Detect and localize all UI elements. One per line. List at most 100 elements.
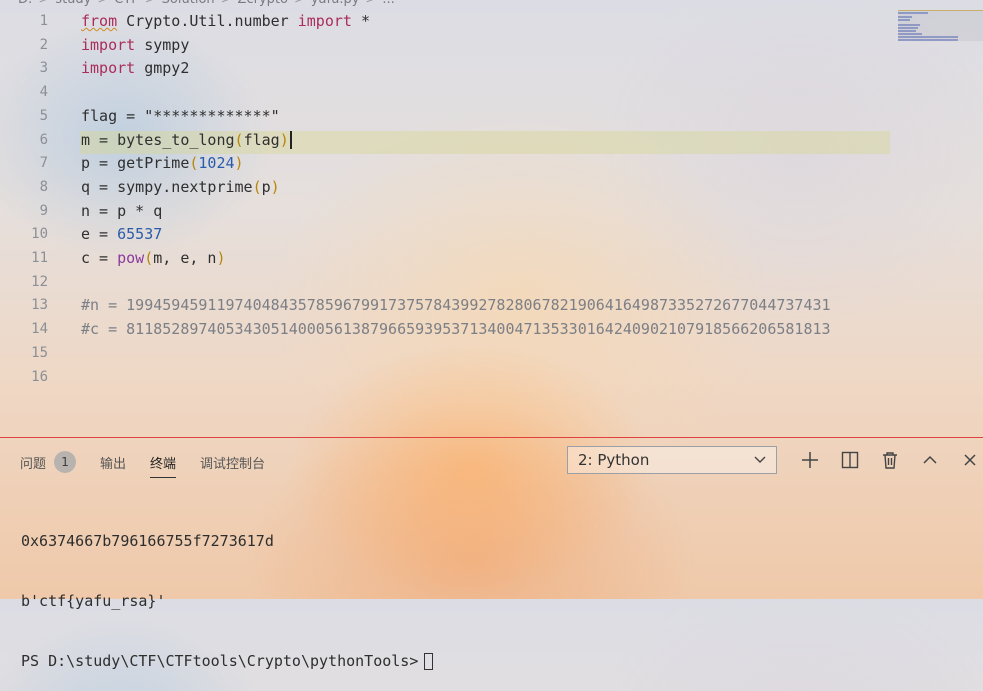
code-token: flag bbox=[243, 130, 280, 149]
code-token: gmpy2 bbox=[135, 59, 190, 78]
split-icon[interactable] bbox=[838, 448, 862, 472]
code-token: c = bbox=[81, 249, 118, 267]
line-number: 10 bbox=[31, 226, 48, 243]
plus-icon[interactable] bbox=[798, 448, 822, 472]
code-line[interactable]: 10 e = 65537 bbox=[0, 223, 900, 246]
line-number: 5 bbox=[39, 107, 48, 124]
tab-terminal[interactable]: 终端 bbox=[150, 453, 177, 478]
code-text: n = p * q bbox=[81, 200, 162, 223]
code-token: n = p * q bbox=[81, 201, 163, 220]
code-text: import sympy bbox=[81, 34, 189, 57]
breadcrumb-item[interactable]: Zcrypto bbox=[238, 0, 288, 8]
terminal-line: 0x6374667b796166755f7273617d bbox=[21, 532, 274, 550]
code-token: ( bbox=[234, 130, 244, 149]
code-line[interactable]: 11 c = pow(m, e, n) bbox=[0, 247, 900, 270]
line-number: 9 bbox=[39, 202, 48, 219]
code-text: p = getPrime(1024) bbox=[81, 152, 244, 175]
line-number: 6 bbox=[39, 131, 48, 148]
code-token: e = bbox=[81, 225, 118, 244]
code-token: pow bbox=[117, 249, 145, 267]
terminal-select[interactable]: 2: Python bbox=[567, 446, 777, 474]
code-text: m = bytes_to_long(flag) bbox=[81, 129, 292, 152]
line-number: 8 bbox=[39, 178, 48, 195]
code-text: import gmpy2 bbox=[81, 57, 189, 80]
code-line[interactable]: 8 q = sympy.nextprime(p) bbox=[0, 176, 900, 199]
code-line[interactable]: 15 bbox=[0, 342, 900, 365]
terminal-cursor bbox=[424, 653, 434, 670]
text-cursor bbox=[289, 131, 292, 149]
code-line[interactable]: 4 bbox=[0, 81, 900, 104]
code-editor[interactable]: 1 from Crypto.Util.number import * 2 import… bbox=[0, 10, 900, 430]
chevron-up-icon[interactable] bbox=[918, 448, 942, 472]
breadcrumb: D: > study > CTF > Solution > Zcrypto > yafu.py >..… bbox=[18, 0, 395, 8]
tab-debug-console[interactable]: 调试控制台 bbox=[200, 453, 265, 472]
code-text: flag = "*************" bbox=[81, 105, 280, 128]
code-token: ) bbox=[270, 177, 280, 196]
code-line[interactable]: 7 p = getPrime(1024) bbox=[0, 152, 900, 175]
line-number: 14 bbox=[31, 321, 48, 338]
code-line[interactable]: 6 m = bytes_to_long(flag) bbox=[0, 129, 900, 152]
terminal-line: b'ctf{yafu_rsa}' bbox=[21, 592, 166, 610]
code-line[interactable]: 14 #c = 811852897405343051400056138796659… bbox=[0, 318, 900, 341]
tab-problems[interactable]: 问题 1 bbox=[20, 451, 77, 473]
code-line[interactable]: 9 n = p * q bbox=[0, 200, 900, 223]
tab-output[interactable]: 输出 bbox=[100, 453, 126, 472]
code-token: import bbox=[81, 35, 136, 54]
panel-divider[interactable] bbox=[0, 437, 983, 438]
code-token: import bbox=[81, 59, 136, 78]
code-token: m = bytes_to_long bbox=[81, 130, 235, 149]
breadcrumb-separator: > bbox=[97, 0, 108, 8]
code-line[interactable]: 16 bbox=[0, 366, 900, 389]
code-token: #c = 81185289740534305140005613879665939… bbox=[81, 320, 831, 339]
breadcrumb-item[interactable]: Solution bbox=[162, 0, 215, 8]
code-line[interactable]: 5 flag = "*************" bbox=[0, 105, 900, 128]
code-token: import bbox=[297, 12, 352, 30]
breadcrumb-separator: > bbox=[365, 0, 376, 8]
line-number: 15 bbox=[31, 344, 48, 361]
tab-label: 问题 bbox=[20, 456, 47, 472]
terminal-select-value: 2: Python bbox=[578, 451, 650, 469]
code-line[interactable]: 12 bbox=[0, 271, 900, 294]
terminal-prompt-line[interactable]: PS D:\study\CTF\CTFtools\Crypto\pythonTo… bbox=[21, 651, 434, 671]
code-line[interactable]: 3 import gmpy2 bbox=[0, 57, 900, 80]
code-line[interactable]: 2 import sympy bbox=[0, 34, 900, 57]
tab-label: 调试控制台 bbox=[200, 456, 266, 472]
code-token: "*************" bbox=[144, 106, 280, 125]
terminal-output[interactable]: 0x6374667b796166755f7273617d b'ctf{yafu_… bbox=[21, 491, 434, 691]
chevron-down-icon bbox=[752, 451, 768, 473]
code-token: p = getPrime bbox=[81, 154, 190, 173]
code-token: m, e, n bbox=[153, 249, 217, 267]
code-line[interactable]: 1 from Crypto.Util.number import * bbox=[0, 10, 900, 33]
trash-icon[interactable] bbox=[878, 448, 902, 472]
terminal-prompt: PS D:\study\CTF\CTFtools\Crypto\pythonTo… bbox=[21, 652, 419, 670]
code-token: ) bbox=[279, 130, 289, 149]
code-token: ) bbox=[216, 249, 226, 267]
breadcrumb-item[interactable]: CTF bbox=[114, 0, 139, 8]
code-token: ( bbox=[144, 249, 154, 267]
line-number: 1 bbox=[39, 13, 48, 29]
line-number: 13 bbox=[31, 297, 48, 314]
code-token: p bbox=[261, 177, 271, 196]
close-icon[interactable] bbox=[958, 448, 982, 472]
line-number: 11 bbox=[31, 250, 48, 266]
breadcrumb-item[interactable]: yafu.py bbox=[311, 0, 360, 8]
breadcrumb-separator: > bbox=[294, 0, 305, 8]
breadcrumb-item[interactable]: D: bbox=[18, 0, 32, 8]
code-token: flag = bbox=[81, 106, 145, 125]
breadcrumb-item[interactable]: study bbox=[55, 0, 91, 8]
breadcrumb-separator: > bbox=[38, 0, 49, 8]
line-number: 7 bbox=[39, 155, 48, 172]
tab-label: 终端 bbox=[150, 456, 177, 472]
panel-tabs: 问题 1 输出 终端 调试控制台 bbox=[20, 450, 265, 478]
line-number: 12 bbox=[31, 273, 48, 290]
breadcrumb-item[interactable]: ... bbox=[382, 0, 394, 8]
panel-actions bbox=[798, 448, 982, 472]
code-token: q = sympy.nextprime bbox=[81, 177, 253, 196]
code-line[interactable]: 13 #n = 199459459119740484357859679917375… bbox=[0, 294, 900, 317]
line-number: 3 bbox=[39, 60, 48, 77]
code-token: ( bbox=[252, 177, 262, 196]
code-token: from bbox=[81, 12, 118, 30]
breadcrumb-separator: > bbox=[145, 0, 156, 8]
line-number: 4 bbox=[39, 84, 48, 101]
minimap[interactable] bbox=[898, 10, 983, 50]
